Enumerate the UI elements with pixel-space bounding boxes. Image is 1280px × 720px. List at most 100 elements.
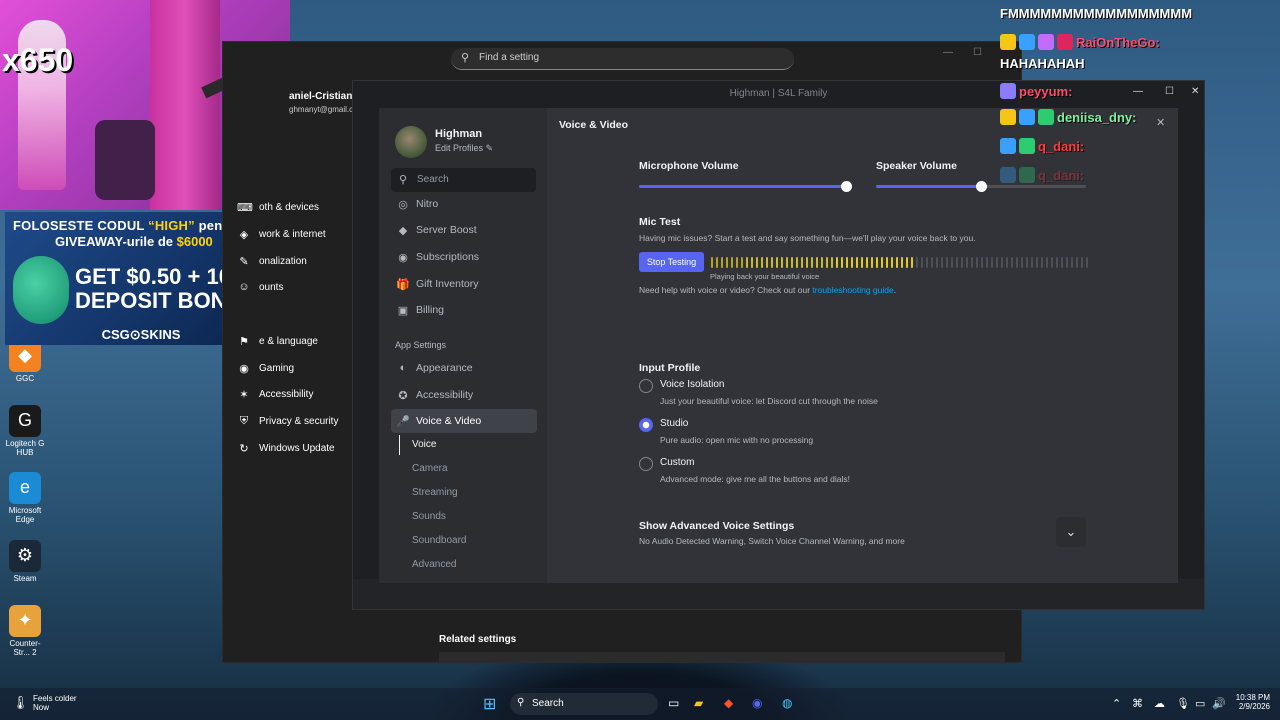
sidebar-item[interactable]: ◎ Nitro	[391, 192, 537, 216]
search-icon: ⚲	[461, 52, 470, 64]
meter-bar	[791, 257, 793, 268]
nav-icon: ◎	[398, 198, 408, 211]
chat-badge-icon	[1019, 138, 1035, 154]
windows-nav-item[interactable]: ↻ Windows Update	[237, 437, 357, 459]
windows-nav-item[interactable]: ◉ Gaming	[237, 357, 357, 379]
app-icon[interactable]: ◍	[782, 696, 792, 710]
sidebar-item-label: Subscriptions	[416, 251, 480, 263]
chat-text: RaiOnTheGo:	[1076, 34, 1160, 50]
chat-badge-icon	[1038, 34, 1054, 50]
mic-icon[interactable]: 🎙	[1176, 697, 1190, 710]
chat-text: peyyum:	[1019, 83, 1073, 99]
sidebar-item[interactable]: ✪ Accessibility	[391, 383, 537, 407]
slider-handle[interactable]	[841, 181, 852, 192]
slider-fill	[639, 185, 846, 188]
nav-label: Gaming	[259, 362, 295, 374]
windows-nav-item[interactable]: ✎ onalization	[237, 250, 357, 272]
weather-icon[interactable]: 🌡	[12, 695, 29, 711]
desktop-icon[interactable]: ◆ GGC	[4, 340, 46, 384]
chat-badge-icon	[1019, 109, 1035, 125]
meter-bar	[826, 257, 828, 268]
chat-badge-icon	[1038, 109, 1054, 125]
page-title: Voice & Video	[559, 119, 629, 131]
subnav-item[interactable]: Sounds	[399, 507, 529, 527]
profile-name: Highman	[435, 128, 483, 140]
desktop-icon-label: Counter-Str... 2	[9, 639, 41, 657]
sidebar-item-label: Billing	[416, 304, 445, 316]
volume-icon[interactable]: 🔊	[1212, 697, 1226, 710]
app-icon: ⚙	[9, 540, 41, 572]
chevron-up-icon[interactable]: ⌃	[1112, 697, 1121, 710]
sidebar-item-label: Accessibility	[416, 389, 474, 401]
minimize-icon[interactable]: —	[943, 47, 953, 58]
meter-bar	[741, 257, 743, 268]
subnav-item[interactable]: Camera	[399, 459, 529, 479]
meter-bar	[861, 257, 863, 268]
meter-bar	[1071, 257, 1073, 268]
weather-widget[interactable]: Feels colder Now	[33, 694, 77, 712]
radio-custom[interactable]	[639, 457, 653, 471]
subnav-item[interactable]: Advanced	[399, 555, 529, 575]
advanced-voice-title: Show Advanced Voice Settings	[639, 520, 795, 532]
windows-start-icon[interactable]: ⊞	[483, 694, 496, 714]
sidebar-item[interactable]: ◐ Appearance	[391, 356, 537, 380]
taskbar-search[interactable]: ⚲ Search	[510, 693, 658, 715]
search-icon: ⚲	[517, 697, 525, 708]
sidebar-item[interactable]: ◉ Subscriptions	[391, 245, 537, 269]
mic-volume-slider[interactable]	[639, 181, 852, 192]
slider-handle[interactable]	[976, 181, 987, 192]
nav-label: Privacy & security	[259, 415, 339, 427]
settings-search-input[interactable]: ⚲ Search	[391, 168, 536, 192]
meter-bar	[966, 257, 968, 268]
find-setting-input[interactable]: ⚲ Find a setting	[451, 48, 794, 70]
windows-nav-item[interactable]: ⛨ Privacy & security	[237, 410, 357, 432]
display-icon[interactable]: ▭	[1195, 697, 1205, 710]
windows-nav-item[interactable]: ✶ Accessibility	[237, 383, 357, 405]
desktop-icon[interactable]: ✦ Counter-Str... 2	[4, 605, 46, 658]
cloud-icon[interactable]: ☁	[1154, 697, 1165, 710]
maximize-icon[interactable]: ☐	[973, 47, 982, 58]
chat-text: deniisa_dny:	[1057, 109, 1137, 125]
sidebar-item[interactable]: 🎤 Voice & Video	[391, 409, 537, 433]
nav-label: ounts	[259, 281, 284, 293]
avatar[interactable]	[395, 126, 427, 158]
subnav-item[interactable]: Streaming	[399, 483, 529, 503]
windows-nav-item[interactable]: ☺ ounts	[237, 276, 357, 298]
meter-bar	[911, 257, 913, 268]
troubleshooting-link[interactable]: troubleshooting guide	[812, 285, 893, 295]
subnav-item[interactable]: Soundboard	[399, 531, 529, 551]
desktop-icon[interactable]: G Logitech G HUB	[4, 405, 46, 458]
subnav-item[interactable]: Voice	[399, 435, 529, 455]
chevron-down-icon[interactable]: ⌄	[1056, 517, 1086, 547]
related-settings-row[interactable]	[439, 652, 1005, 662]
file-explorer-icon[interactable]: ▰	[694, 696, 703, 710]
task-view-icon[interactable]: ▭	[668, 696, 679, 710]
mic-test-description: Having mic issues? Start a test and say …	[639, 233, 976, 243]
mic-volume-label: Microphone Volume	[639, 160, 739, 172]
discord-icon[interactable]: ◉	[752, 696, 762, 710]
meter-bar	[716, 257, 718, 268]
meter-bar	[1046, 257, 1048, 268]
sidebar-item[interactable]: ▣ Billing	[391, 298, 537, 322]
clock[interactable]: 10:38 PM 2/9/2026	[1232, 693, 1270, 711]
edit-profiles-link[interactable]: Edit Profiles ✎	[435, 143, 493, 154]
sidebar-item-label: Server Boost	[416, 224, 477, 236]
network-icon[interactable]: ⌘	[1132, 697, 1143, 710]
chat-badge-icon	[1019, 167, 1035, 183]
promo-line-2: GIVEAWAY-urile de $6000	[55, 234, 213, 249]
stop-testing-button[interactable]: Stop Testing	[639, 252, 704, 272]
sidebar-item[interactable]: ◆ Server Boost	[391, 218, 537, 242]
desktop-icon[interactable]: ⚙ Steam	[4, 540, 46, 584]
radio-voice-isolation[interactable]	[639, 379, 653, 393]
sidebar-item[interactable]: 🎁 Gift Inventory	[391, 272, 537, 296]
meter-bar	[806, 257, 808, 268]
meter-bar	[756, 257, 758, 268]
brave-icon[interactable]: ◆	[724, 696, 733, 710]
windows-nav-item[interactable]: ⌨ oth & devices	[237, 196, 357, 218]
windows-nav-item[interactable]: ⚑ e & language	[237, 330, 357, 352]
radio-studio[interactable]	[639, 418, 653, 432]
nav-icon: ⛨	[239, 414, 249, 427]
chat-badge-icon	[1000, 138, 1016, 154]
windows-nav-item[interactable]: ◈ work & internet	[237, 223, 357, 245]
desktop-icon[interactable]: e Microsoft Edge	[4, 472, 46, 525]
